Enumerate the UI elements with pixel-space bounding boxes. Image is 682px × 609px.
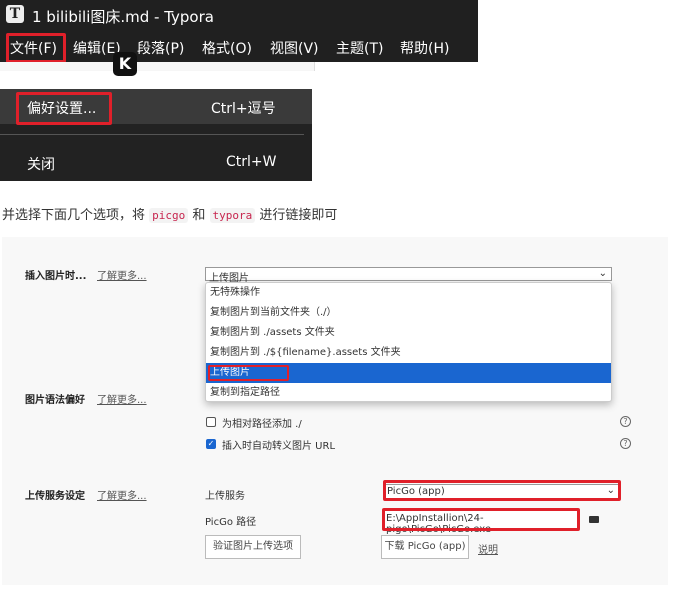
highlight-box: [383, 480, 621, 501]
download-picgo-button[interactable]: 下载 PicGo (app): [381, 535, 469, 559]
window-title: 1 bilibili图床.md - Typora: [32, 8, 214, 26]
syntax-label: 图片语法偏好: [25, 395, 85, 406]
learn-more-link[interactable]: 了解更多...: [97, 487, 147, 502]
highlight-box: [382, 508, 580, 531]
insert-image-label: 插入图片时...: [25, 271, 87, 282]
menu-item-label: 关闭: [27, 157, 55, 173]
dropdown-option[interactable]: 无特殊操作: [206, 283, 611, 303]
instruction-text: 并选择下面几个选项，将 picgo 和 typora 进行链接即可: [2, 204, 337, 223]
checkbox-relative-path[interactable]: [206, 417, 216, 427]
dropdown-option[interactable]: 复制图片到 ./${filename}.assets 文件夹: [206, 343, 611, 363]
chevron-down-icon: ⌄: [598, 268, 607, 279]
menu-theme[interactable]: 主题(T): [336, 38, 383, 58]
menu-bar: 文件(F) 编辑(E) 段落(P) 格式(O) 视图(V) 主题(T) 帮助(H…: [0, 30, 478, 63]
k-badge-icon: K: [113, 52, 137, 76]
highlight-box: [16, 92, 112, 125]
verify-upload-button[interactable]: 验证图片上传选项: [205, 535, 301, 559]
inline-code: picgo: [149, 208, 189, 223]
checkbox-escape-url[interactable]: ✓: [206, 439, 216, 449]
text: 进行链接即可: [255, 208, 338, 223]
highlight-box: [6, 33, 66, 63]
file-menu: 偏好设置... Ctrl+逗号 关闭 Ctrl+W: [0, 89, 312, 181]
menu-divider: [0, 134, 304, 135]
help-icon[interactable]: ?: [620, 416, 631, 427]
dropdown-option[interactable]: 复制到指定路径: [206, 383, 611, 403]
upload-service-label: 上传服务: [205, 491, 245, 502]
menu-view[interactable]: 视图(V): [270, 38, 319, 58]
help-icon[interactable]: ?: [620, 438, 631, 449]
checkbox-label: 为相对路径添加 ./: [222, 419, 302, 430]
highlight-box: [208, 365, 289, 381]
editor-strip: [0, 62, 315, 71]
picgo-path-label: PicGo 路径: [205, 517, 257, 528]
title-bar: T 1 bilibili图床.md - Typora: [0, 0, 478, 30]
insert-image-dropdown: 无特殊操作 复制图片到当前文件夹（./） 复制图片到 ./assets 文件夹 …: [205, 282, 612, 402]
preferences-panel: 插入图片时... 了解更多... 上传图片 ⌄ 图片语法偏好 了解更多... 为…: [2, 237, 668, 585]
dropdown-option[interactable]: 复制图片到当前文件夹（./）: [206, 303, 611, 323]
upload-label: 上传服务设定: [25, 491, 85, 502]
folder-icon[interactable]: [589, 516, 599, 523]
typora-app-icon: T: [6, 5, 24, 23]
help-link[interactable]: 说明: [478, 541, 498, 556]
menu-item-close[interactable]: 关闭 Ctrl+W: [0, 149, 304, 177]
checkbox-label: 插入时自动转义图片 URL: [222, 441, 336, 452]
menu-item-shortcut: Ctrl+逗号: [211, 101, 276, 117]
menu-help[interactable]: 帮助(H): [400, 38, 449, 58]
menu-paragraph[interactable]: 段落(P): [137, 38, 184, 58]
inline-code: typora: [209, 208, 256, 223]
insert-image-select[interactable]: 上传图片 ⌄: [205, 267, 612, 284]
text: 和: [188, 208, 210, 223]
menu-item-preferences[interactable]: 偏好设置... Ctrl+逗号: [0, 89, 312, 125]
learn-more-link[interactable]: 了解更多...: [97, 391, 147, 406]
learn-more-link[interactable]: 了解更多...: [97, 267, 147, 282]
menu-format[interactable]: 格式(O): [202, 38, 252, 58]
menu-item-shortcut: Ctrl+W: [226, 154, 277, 170]
text: 并选择下面几个选项，将: [2, 208, 150, 223]
dropdown-option[interactable]: 复制图片到 ./assets 文件夹: [206, 323, 611, 343]
